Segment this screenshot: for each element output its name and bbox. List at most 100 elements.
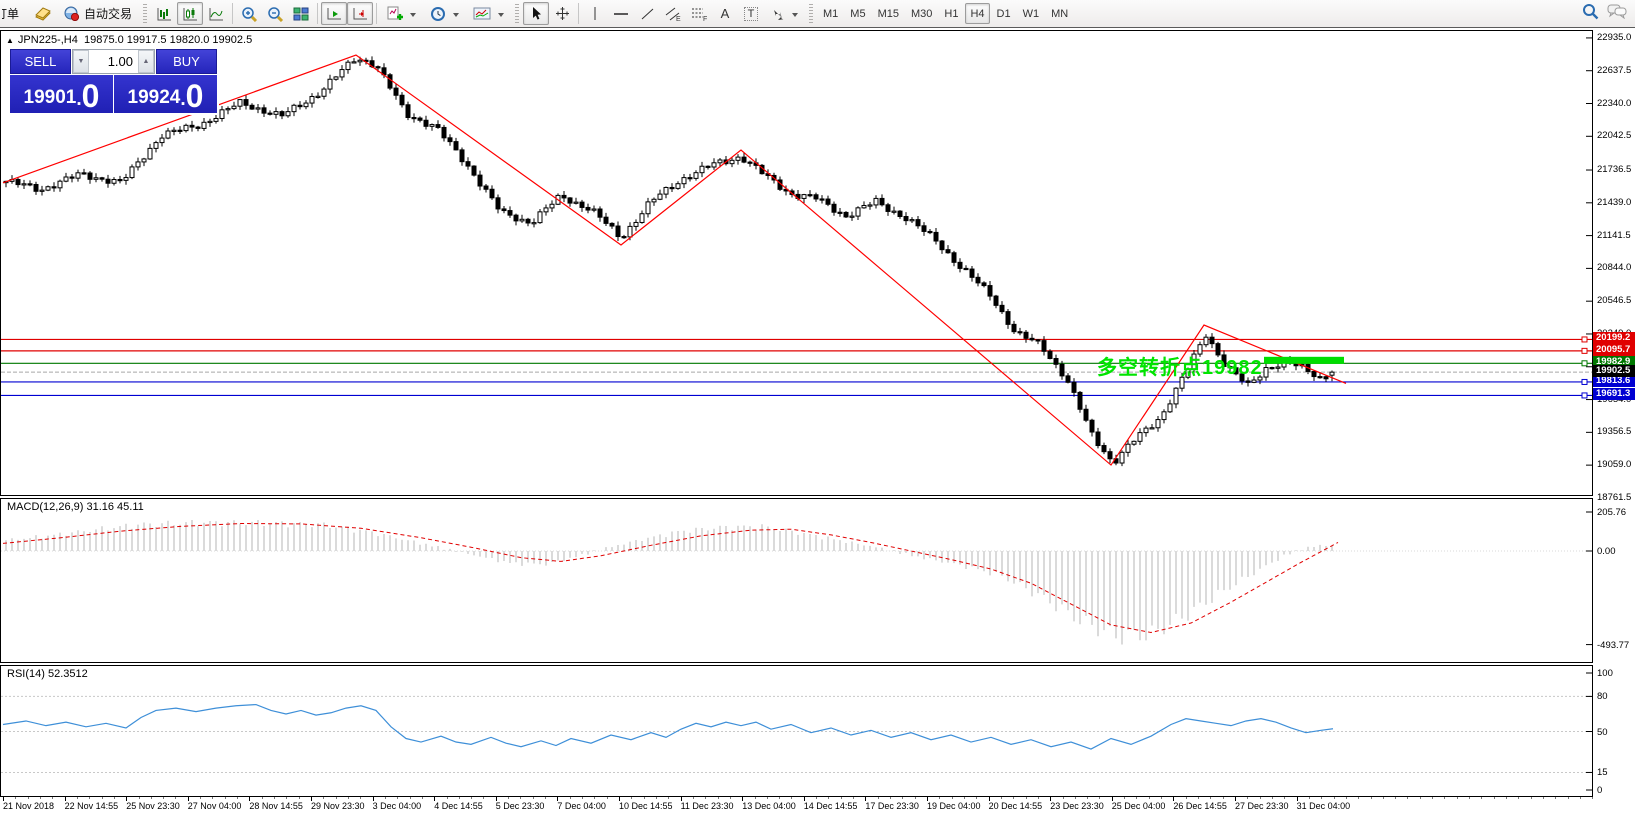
search-icon[interactable] [1582, 3, 1599, 25]
time-minor-tick [668, 797, 669, 799]
time-minor-tick [631, 797, 632, 799]
time-tick-label: 5 Dec 23:30 [496, 801, 545, 811]
vertical-line-button[interactable] [582, 2, 608, 25]
chart-title: ▲JPN225-,H4 19875.0 19917.5 19820.0 1990… [6, 34, 252, 46]
trendline-button[interactable] [634, 2, 660, 25]
time-minor-tick [1013, 797, 1014, 799]
time-minor-tick [976, 797, 977, 799]
crosshair-button[interactable] [549, 2, 575, 25]
price-scale[interactable]: 22935.022637.522340.022042.521736.521439… [1593, 28, 1635, 797]
time-minor-tick [533, 797, 534, 799]
time-minor-tick [767, 797, 768, 799]
rsi-canvas[interactable] [1, 666, 1592, 796]
time-minor-tick [915, 797, 916, 799]
equidistant-channel-button[interactable]: E [660, 2, 686, 25]
time-minor-tick [1063, 797, 1064, 799]
time-scale[interactable]: 21 Nov 201822 Nov 14:5525 Nov 23:3027 No… [0, 797, 1593, 816]
dropdown-caret [498, 13, 504, 20]
zoom-out-button[interactable] [262, 2, 288, 25]
volume-up-button[interactable]: ▲ [138, 50, 154, 73]
macd-canvas[interactable] [1, 499, 1592, 662]
time-minor-tick [1210, 797, 1211, 799]
sell-price-display[interactable]: 19901.0 [10, 75, 113, 113]
time-tick-label: 28 Nov 14:55 [249, 801, 303, 811]
toolbar-separator [376, 3, 377, 24]
turning-point-annotation[interactable]: 多空转折点19982 [1097, 351, 1263, 380]
time-minor-tick [163, 797, 164, 799]
time-minor-tick [902, 797, 903, 799]
buy-button[interactable]: BUY [156, 49, 217, 74]
autotrading-button[interactable]: 自动交易 [56, 2, 139, 25]
time-minor-tick [200, 797, 201, 799]
svg-text:F: F [703, 16, 707, 22]
timeframe-mn-button[interactable]: MN [1046, 3, 1073, 24]
time-minor-tick [139, 797, 140, 799]
buy-price-pips: 0 [186, 81, 204, 111]
time-minor-tick [1309, 797, 1310, 799]
fibonacci-button[interactable]: F [686, 2, 712, 25]
zoom-in-button[interactable] [236, 2, 262, 25]
timeframe-m5-button[interactable]: M5 [845, 3, 870, 24]
time-minor-tick [1383, 797, 1384, 799]
timeframe-h1-button[interactable]: H1 [939, 3, 963, 24]
price-tick-label: 20546.5 [1597, 295, 1631, 306]
symbol-period-label: JPN225-,H4 [18, 34, 78, 46]
toolbar-grip[interactable] [143, 4, 147, 23]
time-minor-tick [1260, 797, 1261, 799]
bar-chart-button[interactable] [151, 2, 177, 25]
timeframe-w1-button[interactable]: W1 [1018, 3, 1045, 24]
rsi-panel[interactable]: RSI(14) 52.3512 [0, 665, 1593, 797]
time-minor-tick [1358, 797, 1359, 799]
timeframe-m30-button[interactable]: M30 [906, 3, 937, 24]
arrows-tool-button[interactable] [764, 2, 805, 25]
buy-price-main: 19924 [128, 85, 181, 111]
time-tick-label: 29 Nov 23:30 [311, 801, 365, 811]
horizontal-line-button[interactable] [608, 2, 634, 25]
candlestick-chart-button[interactable] [177, 2, 203, 25]
chart-shift-button[interactable] [347, 2, 373, 25]
timeframe-m1-button[interactable]: M1 [818, 3, 843, 24]
periods-button[interactable] [423, 2, 466, 25]
tile-windows-button[interactable] [288, 2, 314, 25]
toolbar-grip[interactable] [515, 4, 519, 23]
macd-panel[interactable]: MACD(12,26,9) 31.16 45.11 [0, 498, 1593, 663]
time-minor-tick [1518, 797, 1519, 799]
volume-input[interactable]: 1.00 [89, 50, 138, 73]
auto-scroll-button[interactable] [321, 2, 347, 25]
new-order-button[interactable]: 订单 [2, 5, 26, 22]
line-chart-button[interactable] [203, 2, 229, 25]
text-tool-button[interactable]: A [712, 2, 738, 25]
time-tick-label: 4 Dec 14:55 [434, 801, 483, 811]
timeframe-m15-button[interactable]: M15 [873, 3, 904, 24]
main-chart-canvas[interactable] [1, 31, 1592, 495]
time-minor-tick [422, 797, 423, 799]
buy-price-display[interactable]: 19924.0 [114, 75, 217, 113]
svg-text:E: E [676, 16, 681, 22]
time-minor-tick [28, 797, 29, 799]
collapse-trade-panel-icon[interactable]: ▲ [6, 36, 14, 45]
templates-button[interactable] [466, 2, 511, 25]
time-minor-tick [385, 797, 386, 799]
volume-down-button[interactable]: ▼ [73, 50, 89, 73]
time-minor-tick [1494, 797, 1495, 799]
history-center-button[interactable] [30, 2, 56, 25]
chart-window: ▲JPN225-,H4 19875.0 19917.5 19820.0 1990… [0, 28, 1635, 816]
time-tick-label: 22 Nov 14:55 [65, 801, 119, 811]
time-minor-tick [841, 797, 842, 799]
time-minor-tick [1457, 797, 1458, 799]
timeframe-d1-button[interactable]: D1 [992, 3, 1016, 24]
time-minor-tick [410, 797, 411, 799]
chat-icon[interactable] [1607, 3, 1627, 24]
toolbar-grip[interactable] [809, 4, 813, 23]
time-minor-tick [878, 797, 879, 799]
main-chart-panel[interactable]: ▲JPN225-,H4 19875.0 19917.5 19820.0 1990… [0, 30, 1593, 496]
time-minor-tick [828, 797, 829, 799]
sell-button[interactable]: SELL [10, 49, 71, 74]
cursor-button[interactable] [523, 2, 549, 25]
price-tick-label: 18761.5 [1597, 492, 1631, 503]
timeframe-h4-button[interactable]: H4 [965, 3, 989, 24]
time-minor-tick [1284, 797, 1285, 799]
price-tick-label: 20844.0 [1597, 262, 1631, 273]
indicators-button[interactable] [380, 2, 423, 25]
text-label-tool-button[interactable]: T [738, 2, 764, 25]
